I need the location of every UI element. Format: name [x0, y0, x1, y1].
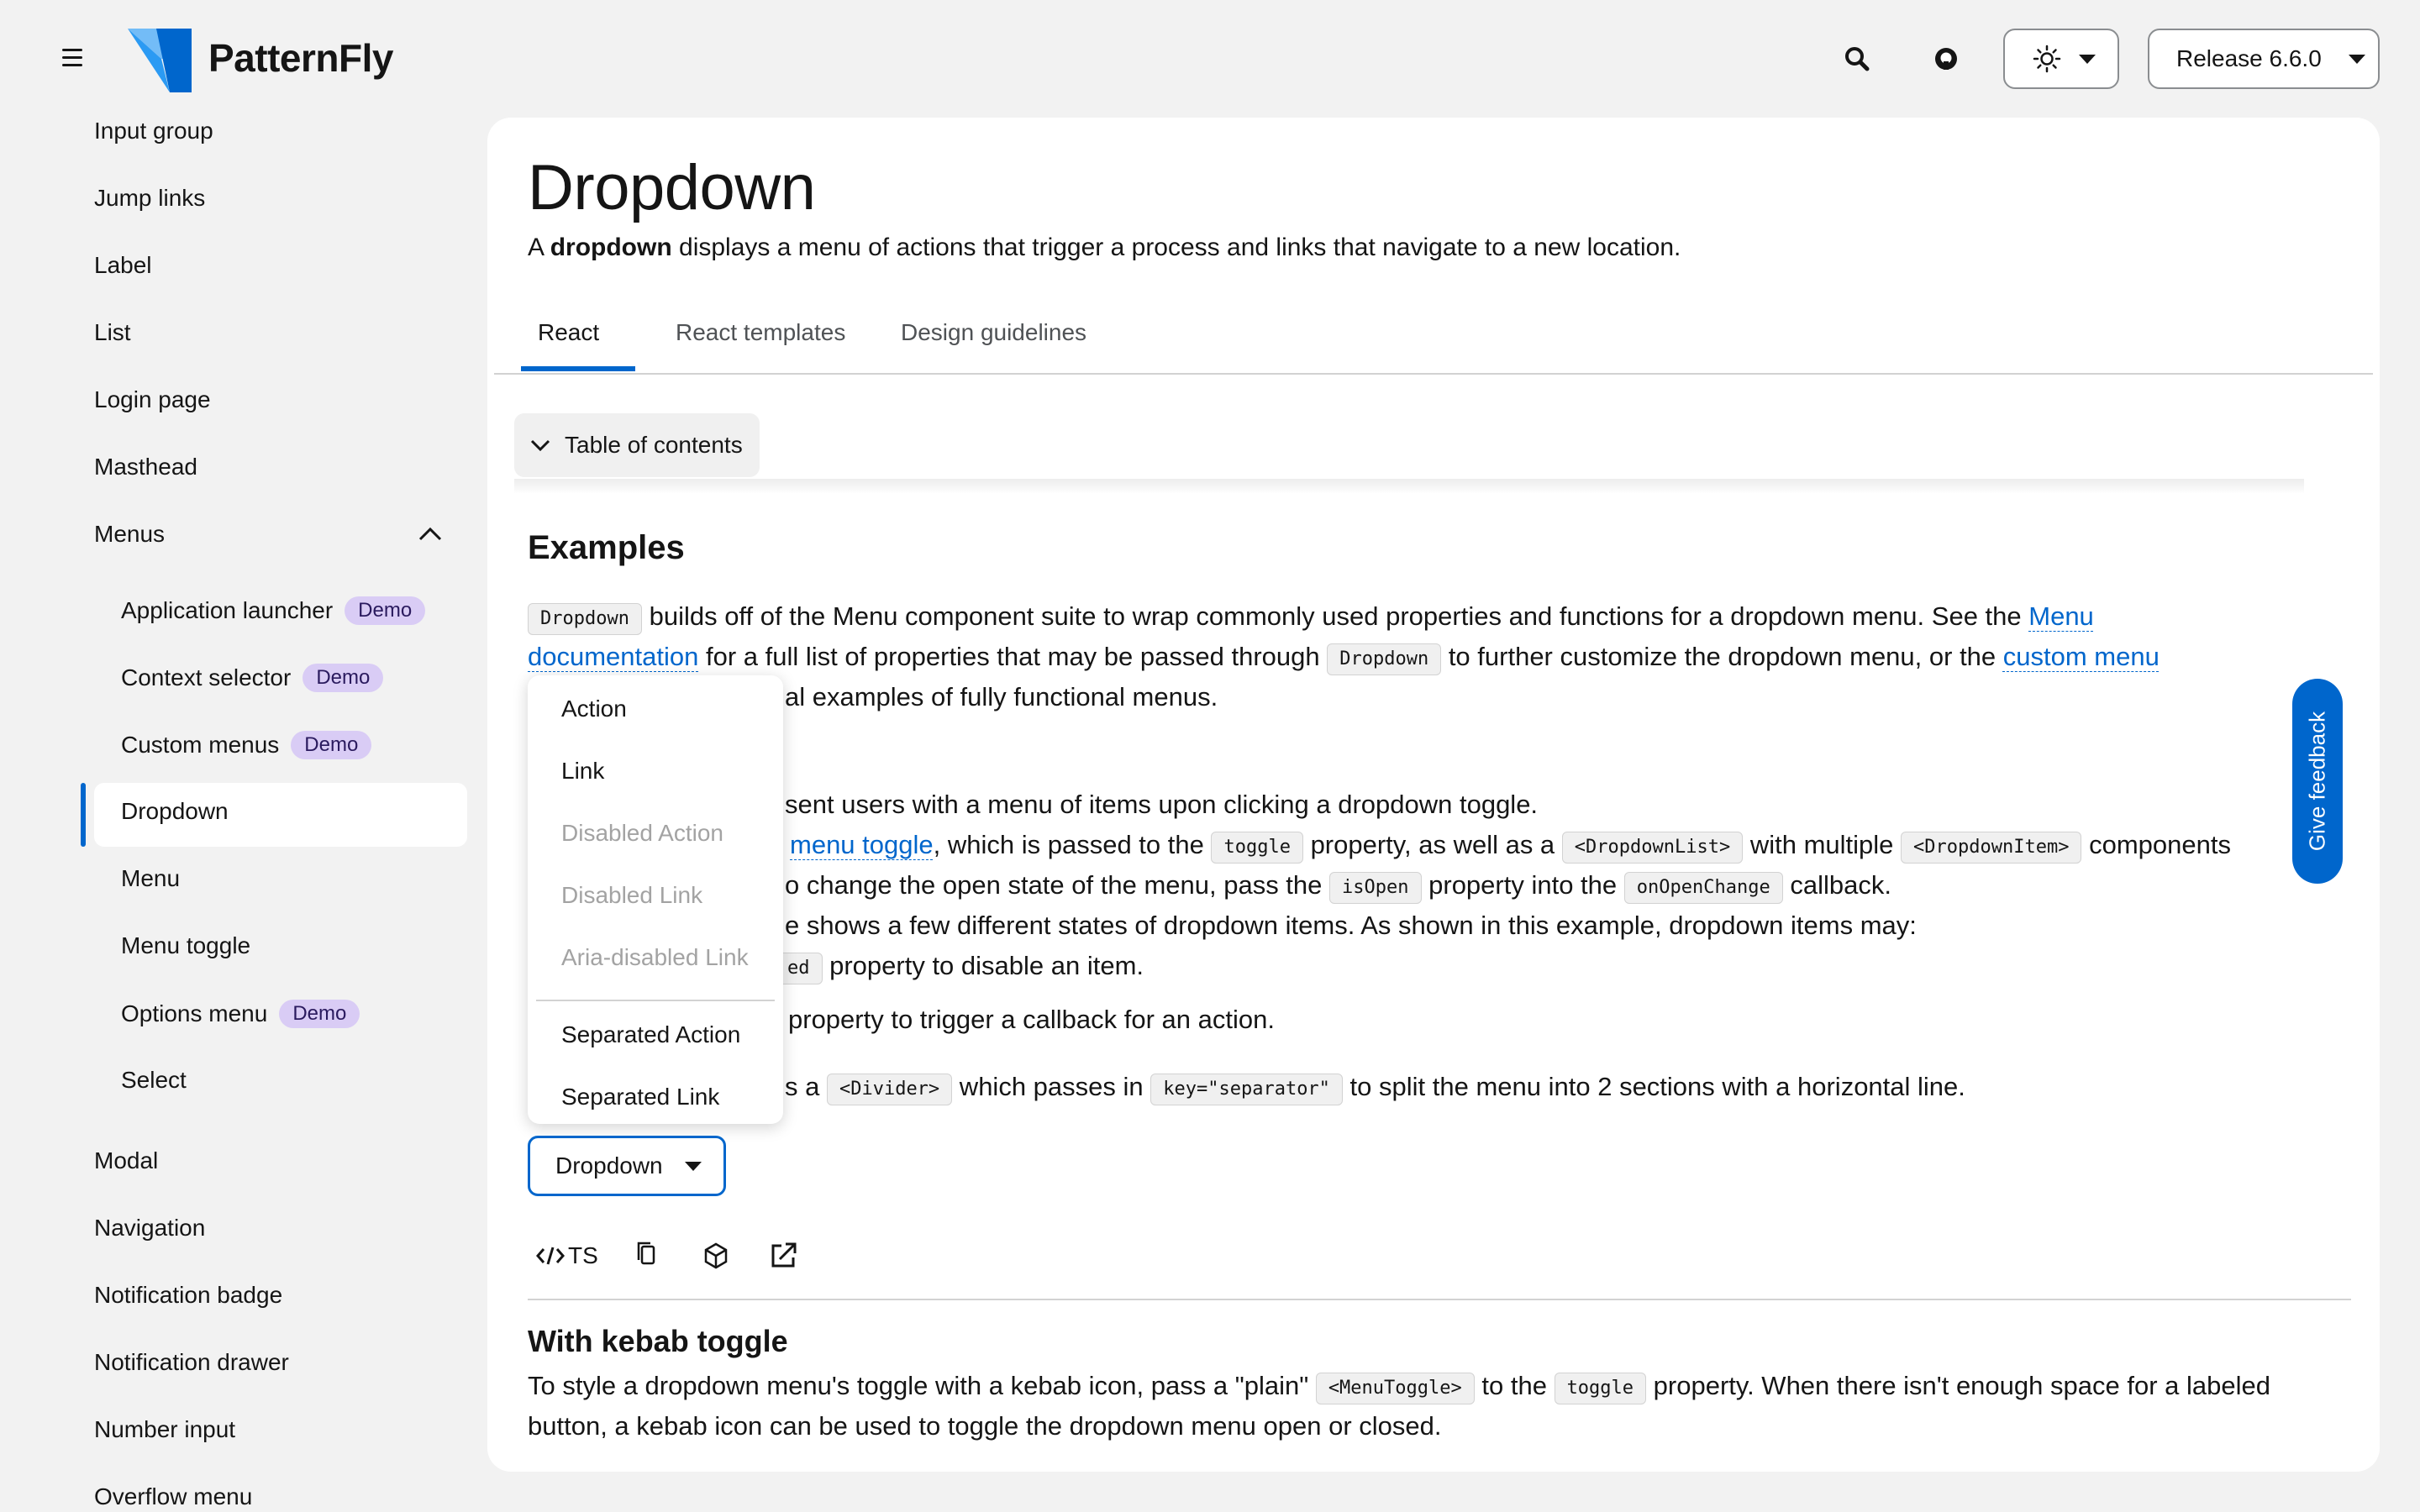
sidebar-item-dropdown[interactable]: Dropdown [121, 798, 229, 825]
basic-line-1: sent users with a menu of items upon cli… [785, 790, 1539, 819]
examples-heading: Examples [528, 529, 685, 566]
demo-badge: Demo [279, 1000, 360, 1028]
github-icon[interactable] [1928, 40, 1965, 77]
external-link-icon[interactable] [768, 1235, 798, 1277]
menu-item-separated-link[interactable]: Separated Link [561, 1084, 719, 1110]
tab-design-guidelines[interactable]: Design guidelines [901, 319, 1086, 346]
sun-icon [2033, 45, 2061, 73]
code-dropdown: Dropdown [1327, 643, 1442, 675]
menu-toggle-link[interactable]: menu toggle [790, 830, 934, 859]
toggle-typescript-button[interactable]: TS [536, 1235, 598, 1277]
sidebar-item-masthead[interactable]: Masthead [94, 454, 197, 480]
caret-down-icon [2079, 55, 2096, 64]
sidebar-item-notification-drawer[interactable]: Notification drawer [94, 1349, 289, 1376]
menu-link[interactable]: Menu [2028, 601, 2094, 631]
sidebar-item-application-launcher[interactable]: Application launcher Demo [121, 596, 426, 625]
main-content: Dropdown A dropdown displays a menu of a… [487, 118, 2380, 1472]
sidebar-item-menu[interactable]: Menu [121, 865, 180, 892]
sidebar-item-input-group[interactable]: Input group [94, 118, 213, 144]
theme-toggle-button[interactable] [2003, 29, 2119, 89]
demo-badge: Demo [345, 596, 426, 625]
table-of-contents-toggle[interactable]: Table of contents [514, 413, 760, 477]
demo-badge: Demo [291, 731, 372, 759]
tab-bar: React React templates Design guidelines [494, 309, 2373, 375]
kebab-line-2: button, a kebab icon can be used to togg… [528, 1411, 1442, 1441]
tab-react-templates[interactable]: React templates [676, 319, 845, 346]
intro-line-2: documentation for a full list of propert… [528, 637, 2160, 677]
sidebar-item-options-menu[interactable]: Options menu Demo [121, 1000, 360, 1028]
search-icon[interactable] [1839, 40, 1876, 77]
patternfly-logo[interactable] [128, 25, 195, 92]
caret-down-icon [2348, 54, 2365, 64]
sidebar-item-label: Options menu [121, 1000, 268, 1026]
menu-item-disabled-link: Disabled Link [561, 882, 703, 908]
brand-name[interactable]: PatternFly [208, 35, 393, 81]
sidebar-item-modal[interactable]: Modal [94, 1147, 158, 1174]
menu-item-separated-action[interactable]: Separated Action [561, 1021, 740, 1048]
active-tab-indicator [521, 366, 635, 371]
active-indicator [81, 783, 86, 847]
basic-line-5: ed property to disable an item. [775, 946, 1144, 986]
sidebar-item-jump-links[interactable]: Jump links [94, 185, 205, 212]
dropdown-menu: Action Link Disabled Action Disabled Lin… [528, 675, 783, 1124]
sidebar-item-notification-badge[interactable]: Notification badge [94, 1282, 282, 1309]
sidebar-item-overflow-menu[interactable]: Overflow menu [94, 1483, 252, 1510]
sidebar-item-custom-menus[interactable]: Custom menus Demo [121, 731, 372, 759]
toolbar-divider [528, 1299, 2351, 1300]
basic-line-6: property to trigger a callback for an ac… [788, 1005, 1275, 1034]
toc-shadow [514, 479, 2304, 494]
page-title: Dropdown [528, 152, 816, 223]
basic-line-2: menu toggle, which is passed to the togg… [790, 825, 2231, 865]
ts-label: TS [568, 1242, 598, 1268]
sidebar-item-select[interactable]: Select [121, 1067, 187, 1094]
menu-item-link[interactable]: Link [561, 758, 604, 785]
sidebar-item-label: Context selector [121, 664, 292, 690]
codesandbox-icon[interactable] [701, 1235, 731, 1277]
menu-item-disabled-action: Disabled Action [561, 820, 724, 846]
sidebar-item-login-page[interactable]: Login page [94, 386, 211, 413]
page-description: A dropdown displays a menu of actions th… [528, 234, 1681, 261]
sidebar-item-navigation[interactable]: Navigation [94, 1215, 205, 1242]
sidebar-item-menus[interactable]: Menus [94, 521, 447, 548]
kebab-line-1: To style a dropdown menu's toggle with a… [528, 1366, 2270, 1406]
menu-divider [536, 1000, 775, 1001]
sidebar: Input group Jump links Label List Login … [0, 118, 479, 1512]
dropdown-toggle-button[interactable]: Dropdown [528, 1136, 726, 1196]
sidebar-item-menus-label: Menus [94, 521, 166, 547]
sidebar-item-list[interactable]: List [94, 319, 131, 346]
intro-line-3: al examples of fully functional menus. [785, 682, 1218, 711]
documentation-link[interactable]: documentation [528, 642, 698, 671]
basic-line-4: e shows a few different states of dropdo… [785, 911, 1917, 940]
code-icon [536, 1247, 565, 1265]
sidebar-item-menu-toggle[interactable]: Menu toggle [121, 932, 250, 959]
menu-item-aria-disabled-link: Aria-disabled Link [561, 944, 749, 970]
masthead: PatternFly Release 6.6.0 [0, 0, 2420, 118]
custom-menu-link[interactable]: custom menu [2003, 642, 2160, 671]
menu-item-action[interactable]: Action [561, 696, 627, 722]
feedback-label: Give feedback [2304, 711, 2330, 852]
sidebar-item-number-input[interactable]: Number input [94, 1416, 235, 1443]
sidebar-item-context-selector[interactable]: Context selector Demo [121, 664, 384, 692]
code-dropdown: Dropdown [528, 603, 642, 635]
basic-line-7: s a <Divider> which passes in key="separ… [785, 1067, 1965, 1107]
chevron-up-icon [418, 527, 442, 541]
chevron-down-icon [530, 439, 550, 452]
basic-line-3: o change the open state of the menu, pas… [785, 865, 1891, 906]
copy-icon[interactable] [634, 1235, 660, 1277]
demo-badge: Demo [302, 664, 384, 692]
toc-label: Table of contents [565, 432, 743, 458]
give-feedback-button[interactable]: Give feedback [2292, 679, 2343, 884]
intro-line-1: Dropdown builds off of the Menu componen… [528, 596, 2094, 637]
sidebar-item-label[interactable]: Label [94, 252, 152, 279]
sidebar-item-label: Custom menus [121, 732, 280, 758]
caret-down-icon [684, 1161, 702, 1171]
release-select[interactable]: Release 6.6.0 [2148, 29, 2380, 89]
dropdown-toggle-label: Dropdown [555, 1152, 663, 1179]
release-label: Release 6.6.0 [2176, 45, 2322, 71]
tab-react[interactable]: React [538, 319, 599, 346]
sidebar-item-label: Application launcher [121, 597, 334, 623]
kebab-toggle-heading: With kebab toggle [528, 1324, 788, 1358]
menu-icon[interactable] [57, 44, 87, 74]
